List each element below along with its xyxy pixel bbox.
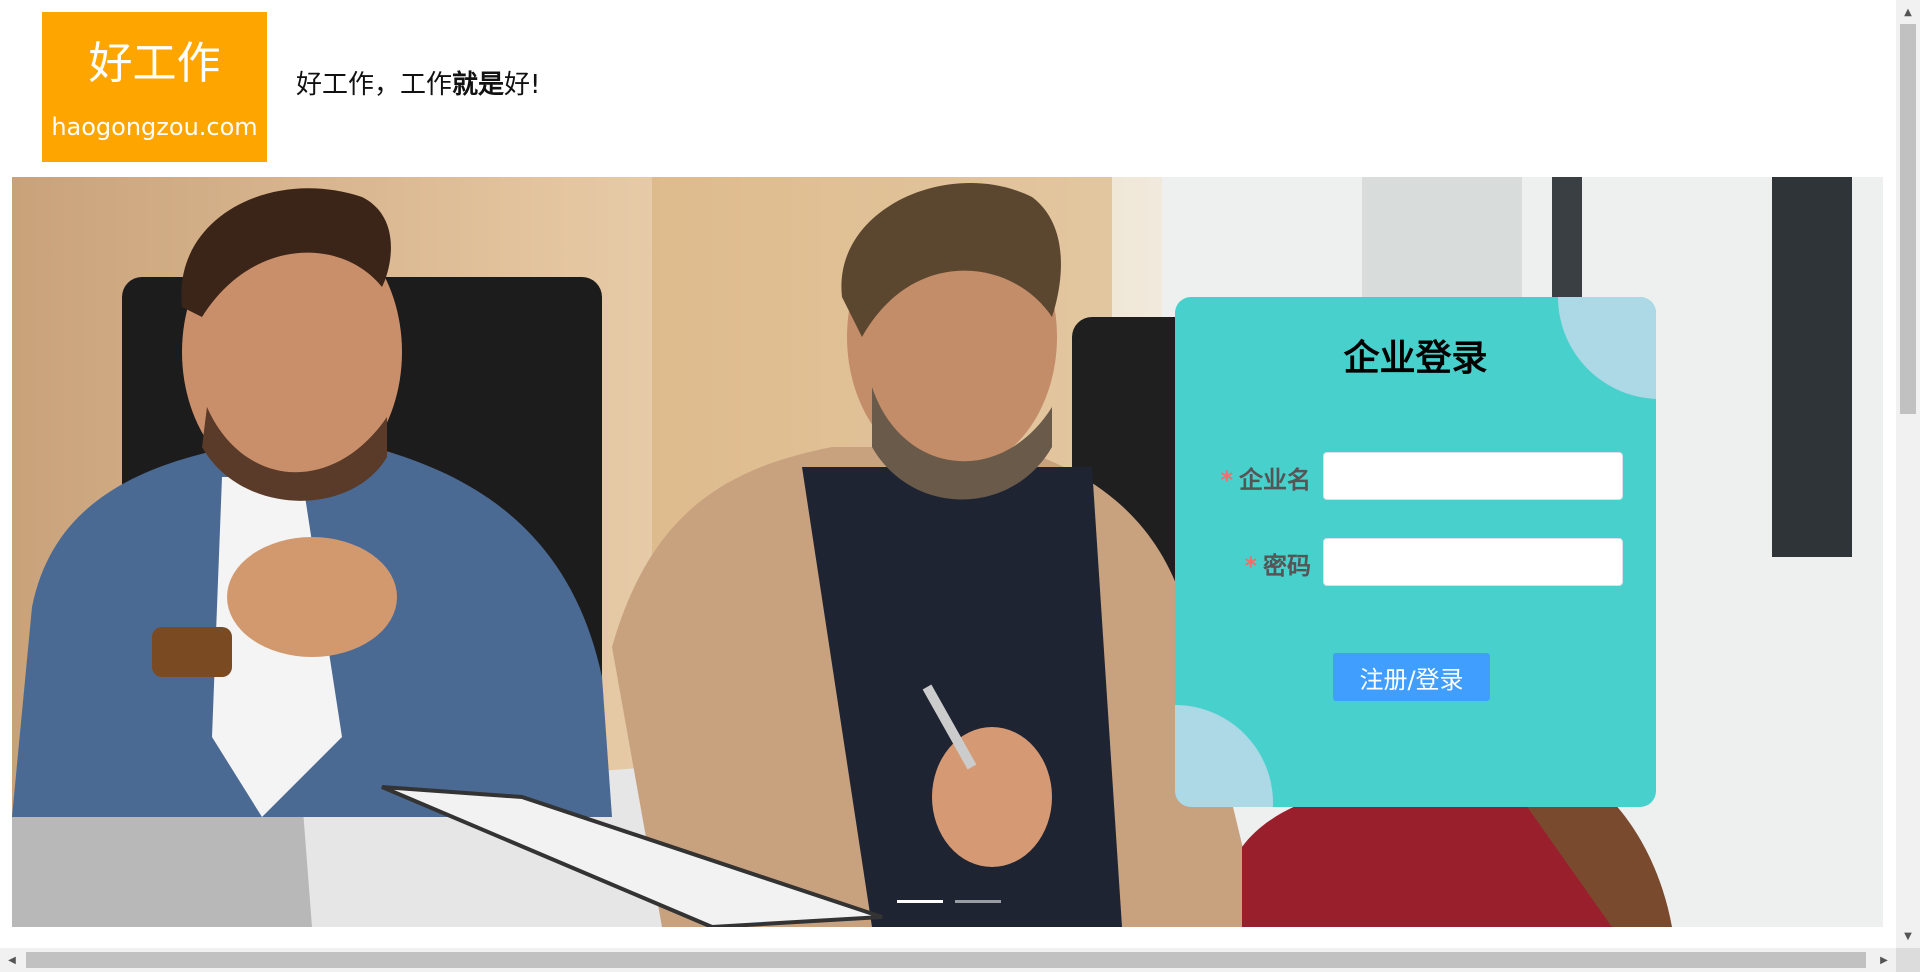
scroll-up-icon[interactable]: ▲ [1896, 0, 1920, 24]
logo-domain: haogongzou.com [51, 113, 258, 141]
horizontal-scroll-thumb[interactable] [26, 952, 1866, 968]
horizontal-scrollbar[interactable]: ◀ ▶ [0, 948, 1896, 972]
required-mark: * [1220, 466, 1233, 494]
scroll-left-icon[interactable]: ◀ [0, 948, 24, 972]
register-login-button[interactable]: 注册/登录 [1333, 653, 1490, 701]
carousel-dot-1[interactable] [897, 900, 943, 903]
company-name-label-text: 企业名 [1239, 466, 1311, 494]
carousel-dot-2[interactable] [955, 900, 1001, 903]
scroll-right-icon[interactable]: ▶ [1872, 948, 1896, 972]
password-label: * 密码 [1244, 546, 1311, 581]
vertical-scroll-thumb[interactable] [1900, 24, 1916, 414]
login-title: 企业登录 [1343, 338, 1488, 379]
password-input[interactable] [1323, 538, 1623, 586]
scrollbar-corner [1896, 948, 1920, 972]
site-logo[interactable]: 好工作 haogongzou.com [42, 12, 267, 162]
site-slogan: 好工作，工作就是好! [296, 70, 540, 101]
slogan-part-1: 好工作，工作 [296, 70, 453, 100]
decorative-circle-bottom-left [1175, 705, 1273, 807]
logo-title: 好工作 [88, 38, 221, 89]
company-name-input[interactable] [1323, 452, 1623, 500]
required-mark: * [1244, 552, 1257, 580]
vertical-scrollbar[interactable]: ▲ ▼ [1896, 0, 1920, 948]
scroll-down-icon[interactable]: ▼ [1896, 924, 1920, 948]
company-name-label: * 企业名 [1220, 460, 1311, 495]
slogan-part-3: 好! [504, 70, 541, 100]
password-label-text: 密码 [1263, 552, 1311, 580]
login-card: 企业登录 * 企业名 * 密码 注册/登录 [1175, 297, 1656, 807]
slogan-part-2: 就是 [452, 70, 505, 100]
site-header: 好工作 haogongzou.com 好工作，工作就是好! [0, 0, 1896, 177]
carousel-indicators [897, 900, 1001, 903]
